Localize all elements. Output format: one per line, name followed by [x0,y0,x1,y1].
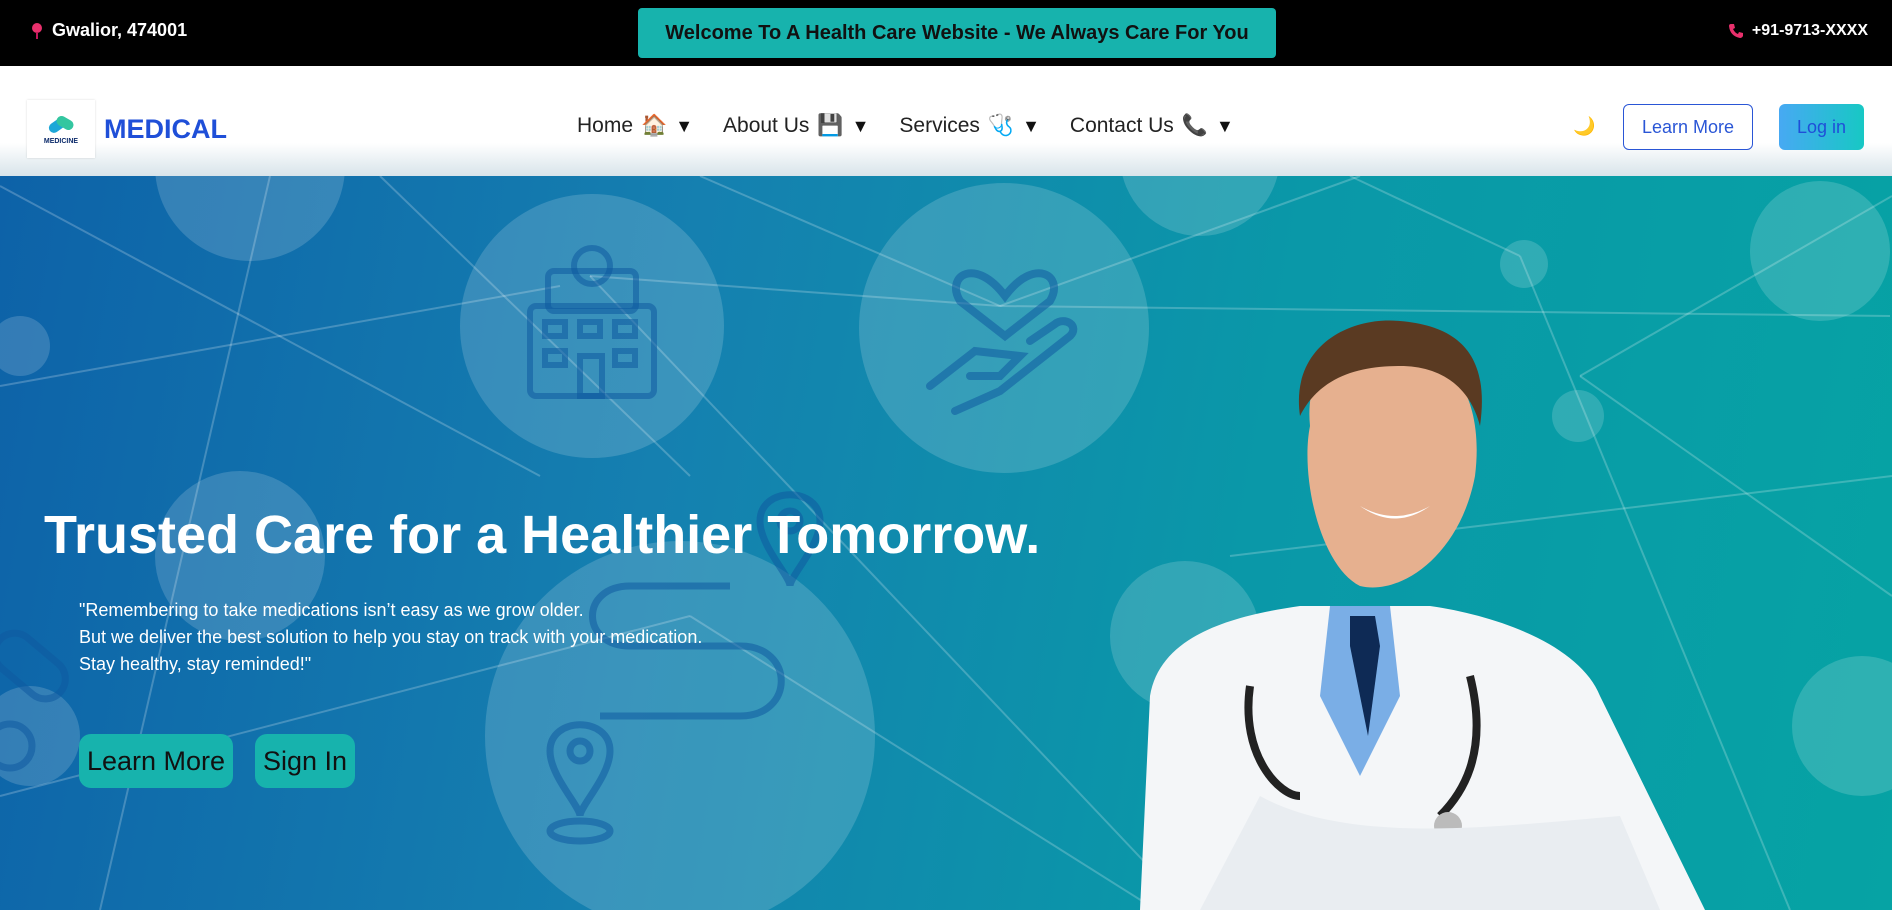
learn-more-button[interactable]: Learn More [1623,104,1753,150]
floppy-icon: 💾 [817,114,844,137]
main-nav: MEDICINE MEDICAL Home 🏠 ▼ About Us 💾 ▼ S… [0,66,1892,176]
pill-logo-icon [46,113,76,136]
nav-item-contact[interactable]: Contact Us 📞 ▼ [1070,114,1234,138]
chevron-down-icon[interactable]: ▼ [675,116,693,137]
home-icon: 🏠 [641,114,668,137]
hero-quote-line: But we deliver the best solution to help… [79,627,703,647]
phone-contact[interactable]: +91-9713-XXXX [1728,22,1868,40]
nav-item-label: Home [577,114,634,137]
logo-text: MEDICINE [43,137,79,145]
top-bar: Gwalior, 474001 Welcome To A Health Care… [0,0,1892,66]
nav-item-label: Contact Us [1069,114,1174,137]
welcome-banner: Welcome To A Health Care Website - We Al… [638,8,1276,58]
chevron-down-icon[interactable]: ▼ [852,116,870,137]
nav-item-label: About Us [723,114,810,137]
hero-quote-line: "Remembering to take medications isn’t e… [79,600,584,620]
hero-sign-in-button[interactable]: Sign In [255,734,355,788]
nav-item-about[interactable]: About Us 💾 ▼ [723,114,869,138]
location-pin-icon [32,22,42,39]
phone-number: +91-9713-XXXX [1751,22,1868,39]
brand-name[interactable]: MEDICAL [104,114,227,145]
hero-quote-line: Stay healthy, stay reminded!" [79,654,312,674]
chevron-down-icon[interactable]: ▼ [1022,116,1040,137]
hero-title: Trusted Care for a Healthier Tomorrow. [44,505,1041,565]
hero-section: Trusted Care for a Healthier Tomorrow. "… [0,176,1892,910]
nav-menu: Home 🏠 ▼ About Us 💾 ▼ Services 🩺 ▼ Conta… [577,114,1234,138]
nav-item-label: Services [899,114,980,137]
stethoscope-icon: 🩺 [987,114,1015,137]
chevron-down-icon[interactable]: ▼ [1216,116,1234,137]
phone-icon [1728,24,1743,38]
theme-toggle-moon-icon[interactable]: 🌙 [1573,116,1595,137]
nav-item-home[interactable]: Home 🏠 ▼ [577,114,693,138]
hero-learn-more-button[interactable]: Learn More [79,734,233,788]
phone-icon: 📞 [1181,114,1208,137]
login-button[interactable]: Log in [1779,104,1864,150]
nav-item-services[interactable]: Services 🩺 ▼ [899,114,1040,138]
location-text: Gwalior, 474001 [52,20,188,40]
location: Gwalior, 474001 [32,20,187,41]
logo[interactable]: MEDICINE [27,100,95,158]
hero-quote: "Remembering to take medications isn’t e… [79,597,702,678]
